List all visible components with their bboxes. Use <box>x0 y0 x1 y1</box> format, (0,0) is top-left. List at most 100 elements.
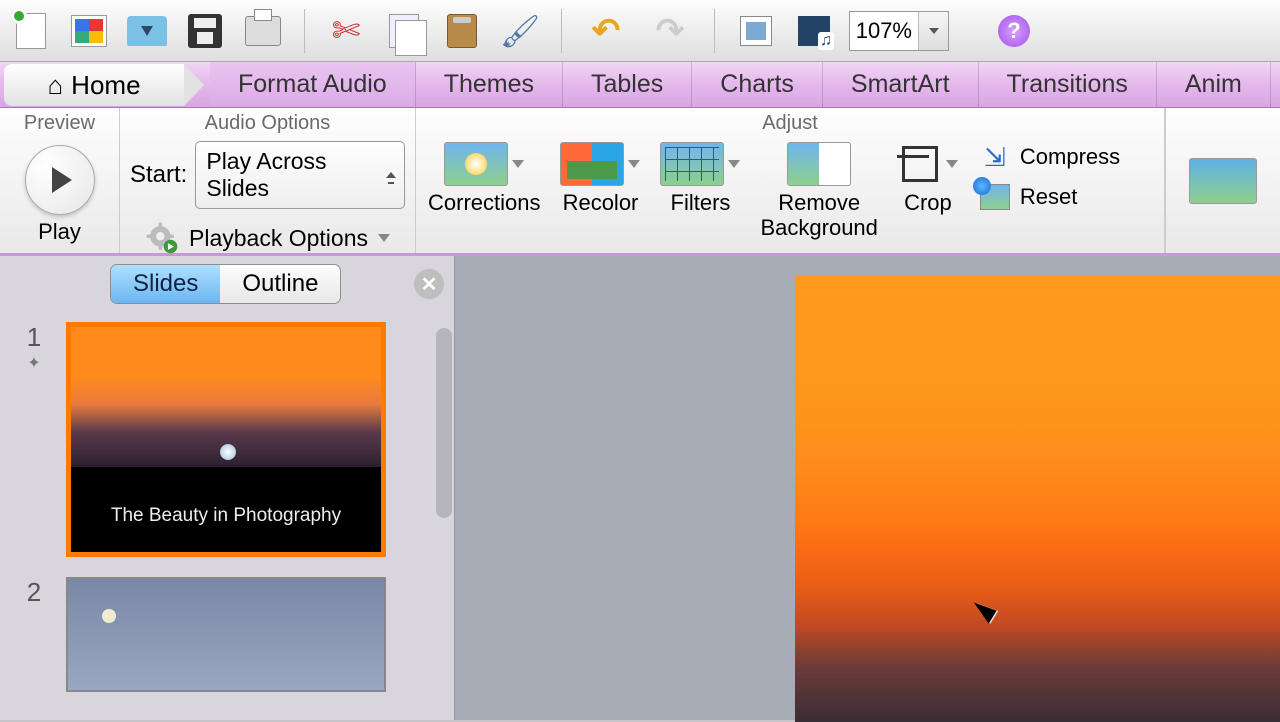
paintbrush-icon: 🖌 <box>500 12 541 50</box>
ribbon-body: Preview Play Audio Options Start: Play A… <box>0 108 1280 256</box>
paste-button[interactable] <box>439 8 485 54</box>
filters-button[interactable]: Filters <box>660 142 740 215</box>
slide-panel: Slides Outline ✕ 1 ✦ The Beauty in Photo… <box>0 256 455 720</box>
slide-thumbnail-list[interactable]: 1 ✦ The Beauty in Photography 2 <box>0 308 454 720</box>
toolbar-separator <box>561 9 562 53</box>
media-browser-button[interactable] <box>791 8 837 54</box>
filters-label: Filters <box>671 190 731 215</box>
format-painter-button[interactable]: 🖌 <box>497 8 543 54</box>
compress-label: Compress <box>1020 144 1120 170</box>
filters-icon <box>660 142 724 186</box>
start-label: Start: <box>130 161 187 189</box>
tab-themes-label: Themes <box>444 70 534 99</box>
compress-icon: ⇲ <box>978 142 1012 172</box>
reset-icon <box>980 184 1010 210</box>
redo-icon: ↷ <box>656 11 685 51</box>
slide-number-1: 1 <box>14 322 54 353</box>
close-panel-button[interactable]: ✕ <box>414 269 444 299</box>
new-document-button[interactable] <box>8 8 54 54</box>
scissors-icon: ✄ <box>332 14 361 48</box>
crop-icon <box>898 142 942 186</box>
recolor-label: Recolor <box>563 190 639 215</box>
tab-tables[interactable]: Tables <box>563 62 692 107</box>
corrections-button[interactable]: Corrections <box>428 142 540 215</box>
play-label: Play <box>38 219 81 245</box>
help-icon: ? <box>998 15 1030 47</box>
toolbar-separator <box>714 9 715 53</box>
outline-tab-label: Outline <box>242 270 318 298</box>
undo-button[interactable]: ↶ <box>580 8 632 54</box>
cut-button[interactable]: ✄ <box>323 8 369 54</box>
zoom-dropdown-arrow[interactable] <box>918 12 948 50</box>
ribbon-section-adjust: Adjust Corrections Recolor Filters Remov… <box>416 108 1165 253</box>
undo-icon: ↶ <box>592 11 621 51</box>
crop-button[interactable]: Crop <box>898 142 958 215</box>
home-icon: ⌂ <box>47 70 63 101</box>
tab-smartart[interactable]: SmartArt <box>823 62 979 107</box>
slide-thumbnail-2[interactable] <box>66 577 386 692</box>
playback-options-button[interactable]: Playback Options <box>130 221 405 255</box>
remove-background-button[interactable]: Remove Background <box>760 142 877 241</box>
new-document-icon <box>16 13 46 49</box>
section-title-adjust: Adjust <box>416 108 1164 136</box>
audio-clip-icon <box>220 444 236 460</box>
standard-toolbar: ✄ 🖌 ↶ ↷ 107% ? <box>0 0 1280 62</box>
close-icon: ✕ <box>421 272 438 297</box>
moon-graphic <box>102 609 116 623</box>
tab-format-audio-label: Format Audio <box>238 70 387 99</box>
reset-button[interactable]: Reset <box>978 182 1120 212</box>
chevron-down-icon <box>378 234 390 242</box>
picture-style-thumb[interactable] <box>1189 158 1257 204</box>
tab-themes[interactable]: Themes <box>416 62 563 107</box>
copy-icon <box>389 14 419 48</box>
help-button[interactable]: ? <box>991 8 1037 54</box>
redo-button[interactable]: ↷ <box>644 8 696 54</box>
save-button[interactable] <box>182 8 228 54</box>
open-button[interactable] <box>124 8 170 54</box>
chevron-down-icon <box>946 160 958 168</box>
tab-transitions-label: Transitions <box>1007 70 1128 99</box>
slides-tab[interactable]: Slides <box>111 265 220 303</box>
new-slide-icon <box>740 16 772 46</box>
scrollbar-thumb[interactable] <box>436 328 452 518</box>
start-select-value: Play Across Slides <box>206 148 326 201</box>
chevron-down-icon <box>512 160 524 168</box>
tab-animations-label: Anim <box>1185 70 1242 99</box>
slide-thumbnail-1[interactable]: The Beauty in Photography <box>66 322 386 557</box>
new-slide-button[interactable] <box>733 8 779 54</box>
recolor-button[interactable]: Recolor <box>560 142 640 215</box>
tab-transitions[interactable]: Transitions <box>979 62 1157 107</box>
tab-animations[interactable]: Anim <box>1157 62 1271 107</box>
chevron-down-icon <box>628 160 640 168</box>
slides-outline-segment: Slides Outline <box>110 264 341 304</box>
start-select[interactable]: Play Across Slides <box>195 141 405 209</box>
clipboard-icon <box>447 14 477 48</box>
remove-background-icon <box>787 142 851 186</box>
reset-label: Reset <box>1020 184 1077 210</box>
ribbon-section-preview: Preview Play <box>0 108 120 253</box>
print-icon <box>245 16 281 46</box>
tab-charts[interactable]: Charts <box>692 62 823 107</box>
zoom-select[interactable]: 107% <box>849 11 949 51</box>
slide-number-2: 2 <box>14 577 54 692</box>
tab-smartart-label: SmartArt <box>851 70 950 99</box>
outline-tab[interactable]: Outline <box>220 265 340 303</box>
chevron-down-icon <box>728 160 740 168</box>
remove-background-label: Remove Background <box>760 190 877 241</box>
slides-tab-label: Slides <box>133 270 198 298</box>
section-title-audio-options: Audio Options <box>120 108 415 135</box>
compress-button[interactable]: ⇲ Compress <box>978 142 1120 172</box>
ribbon-section-partial <box>1165 108 1280 253</box>
play-preview-button[interactable] <box>25 145 95 215</box>
slide-image[interactable] <box>795 276 1280 722</box>
template-gallery-button[interactable] <box>66 8 112 54</box>
tab-charts-label: Charts <box>720 70 794 99</box>
open-folder-icon <box>127 16 167 46</box>
copy-button[interactable] <box>381 8 427 54</box>
tab-home[interactable]: ⌂ Home <box>4 64 184 106</box>
print-button[interactable] <box>240 8 286 54</box>
ribbon-section-audio-options: Audio Options Start: Play Across Slides … <box>120 108 416 253</box>
media-icon <box>798 16 830 46</box>
slide-canvas[interactable] <box>455 256 1280 720</box>
tab-format-audio[interactable]: Format Audio <box>210 62 416 107</box>
